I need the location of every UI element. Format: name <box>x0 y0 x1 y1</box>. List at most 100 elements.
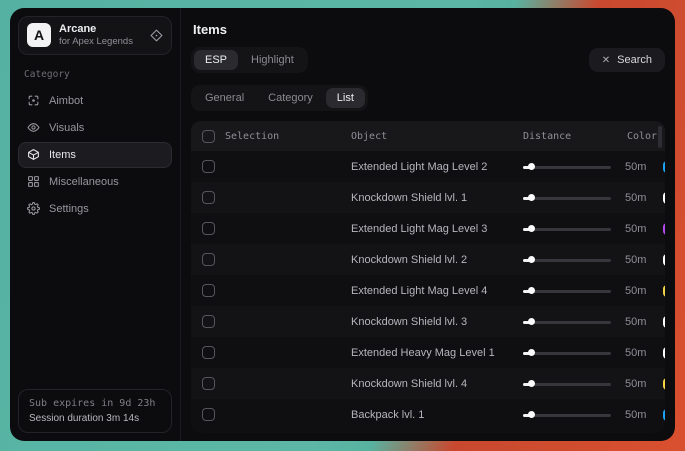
slider-handle[interactable] <box>528 256 535 263</box>
slider-handle[interactable] <box>528 318 535 325</box>
table-row: Knockdown Shield lvl. 4 50m <box>191 368 665 399</box>
row-checkbox[interactable] <box>202 408 215 421</box>
color-swatch[interactable] <box>663 192 665 204</box>
distance-slider[interactable] <box>523 348 611 358</box>
column-header-object: Object <box>351 131 523 142</box>
distance-slider[interactable] <box>523 317 611 327</box>
box-icon <box>27 148 40 161</box>
color-swatch[interactable] <box>663 223 665 235</box>
distance-cell: 50m <box>523 192 646 204</box>
column-header-distance: Distance <box>523 131 619 142</box>
slider-track <box>523 383 611 386</box>
color-swatch[interactable] <box>663 409 665 421</box>
slider-handle[interactable] <box>528 287 535 294</box>
object-label: Knockdown Shield lvl. 2 <box>351 254 523 266</box>
distance-cell: 50m <box>523 347 646 359</box>
view-row: General Category List <box>191 85 665 111</box>
object-label: Extended Light Mag Level 4 <box>351 285 523 297</box>
mode-row: ESP Highlight ✕ Search <box>191 47 665 73</box>
color-cell <box>646 223 665 235</box>
sidebar-item[interactable]: Settings <box>18 196 172 222</box>
slider-handle[interactable] <box>528 411 535 418</box>
eye-icon <box>27 121 40 134</box>
object-label: Extended Heavy Mag Level 1 <box>351 347 523 359</box>
sidebar-item[interactable]: Items <box>18 142 172 168</box>
distance-slider[interactable] <box>523 162 611 172</box>
row-checkbox[interactable] <box>202 191 215 204</box>
distance-cell: 50m <box>523 254 646 266</box>
view-tab[interactable]: General <box>194 88 255 108</box>
search-button-label: Search <box>617 54 652 66</box>
column-header-selection: Selection <box>225 131 351 142</box>
view-tab[interactable]: Category <box>257 88 324 108</box>
color-swatch[interactable] <box>663 347 665 359</box>
mode-tab[interactable]: ESP <box>194 50 238 70</box>
category-label: Category <box>24 69 166 80</box>
sidebar-item[interactable]: Aimbot <box>18 88 172 114</box>
row-checkbox[interactable] <box>202 222 215 235</box>
session-card: Sub expires in 9d 23h Session duration 3… <box>18 389 172 433</box>
table-row: Extended Light Mag Level 4 50m <box>191 275 665 306</box>
row-checkbox[interactable] <box>202 160 215 173</box>
table-row: Backpack lvl. 1 50m <box>191 399 665 430</box>
distance-value: 50m <box>625 254 646 266</box>
session-duration-text: Session duration 3m 14s <box>29 413 161 424</box>
distance-slider[interactable] <box>523 224 611 234</box>
view-tabs: General Category List <box>191 85 368 111</box>
distance-cell: 50m <box>523 316 646 328</box>
sidebar-item-label: Miscellaneous <box>49 176 119 188</box>
mode-tab[interactable]: Highlight <box>240 50 305 70</box>
x-icon: ✕ <box>602 55 610 66</box>
select-all-checkbox[interactable] <box>202 130 215 143</box>
app-subtitle: for Apex Legends <box>59 36 133 47</box>
mode-tabs: ESP Highlight <box>191 47 308 73</box>
view-tab[interactable]: List <box>326 88 365 108</box>
color-swatch[interactable] <box>663 316 665 328</box>
color-swatch[interactable] <box>663 254 665 266</box>
distance-slider[interactable] <box>523 286 611 296</box>
distance-cell: 50m <box>523 285 646 297</box>
distance-slider[interactable] <box>523 379 611 389</box>
distance-slider[interactable] <box>523 193 611 203</box>
row-checkbox[interactable] <box>202 253 215 266</box>
target-icon[interactable] <box>150 29 163 42</box>
row-checkbox[interactable] <box>202 377 215 390</box>
slider-handle[interactable] <box>528 380 535 387</box>
slider-track <box>523 352 611 355</box>
slider-track <box>523 228 611 231</box>
slider-handle[interactable] <box>528 225 535 232</box>
grid-icon <box>27 175 40 188</box>
slider-handle[interactable] <box>528 163 535 170</box>
gear-icon <box>27 202 40 215</box>
table-row: Extended Heavy Mag Level 1 50m <box>191 337 665 368</box>
distance-value: 50m <box>625 161 646 173</box>
distance-value: 50m <box>625 316 646 328</box>
crosshair-icon <box>27 94 40 107</box>
color-swatch[interactable] <box>663 378 665 390</box>
row-checkbox[interactable] <box>202 315 215 328</box>
row-checkbox[interactable] <box>202 284 215 297</box>
color-swatch[interactable] <box>663 161 665 173</box>
slider-handle[interactable] <box>528 349 535 356</box>
object-label: Knockdown Shield lvl. 3 <box>351 316 523 328</box>
distance-slider[interactable] <box>523 255 611 265</box>
table-row: Knockdown Shield lvl. 1 50m <box>191 182 665 213</box>
color-swatch[interactable] <box>663 285 665 297</box>
slider-track <box>523 166 611 169</box>
color-cell <box>646 161 665 173</box>
color-cell <box>646 192 665 204</box>
search-button[interactable]: ✕ Search <box>589 48 665 72</box>
distance-slider[interactable] <box>523 410 611 420</box>
sidebar-item[interactable]: Miscellaneous <box>18 169 172 195</box>
object-label: Extended Light Mag Level 2 <box>351 161 523 173</box>
brand-text: Arcane for Apex Legends <box>59 23 133 48</box>
sidebar-item[interactable]: Visuals <box>18 115 172 141</box>
object-label: Extended Light Mag Level 3 <box>351 223 523 235</box>
distance-cell: 50m <box>523 223 646 235</box>
distance-value: 50m <box>625 378 646 390</box>
row-checkbox[interactable] <box>202 346 215 359</box>
scrollbar-thumb[interactable] <box>658 126 662 148</box>
app-window: A Arcane for Apex Legends Category Aimbo… <box>10 8 675 441</box>
slider-track <box>523 259 611 262</box>
slider-handle[interactable] <box>528 194 535 201</box>
